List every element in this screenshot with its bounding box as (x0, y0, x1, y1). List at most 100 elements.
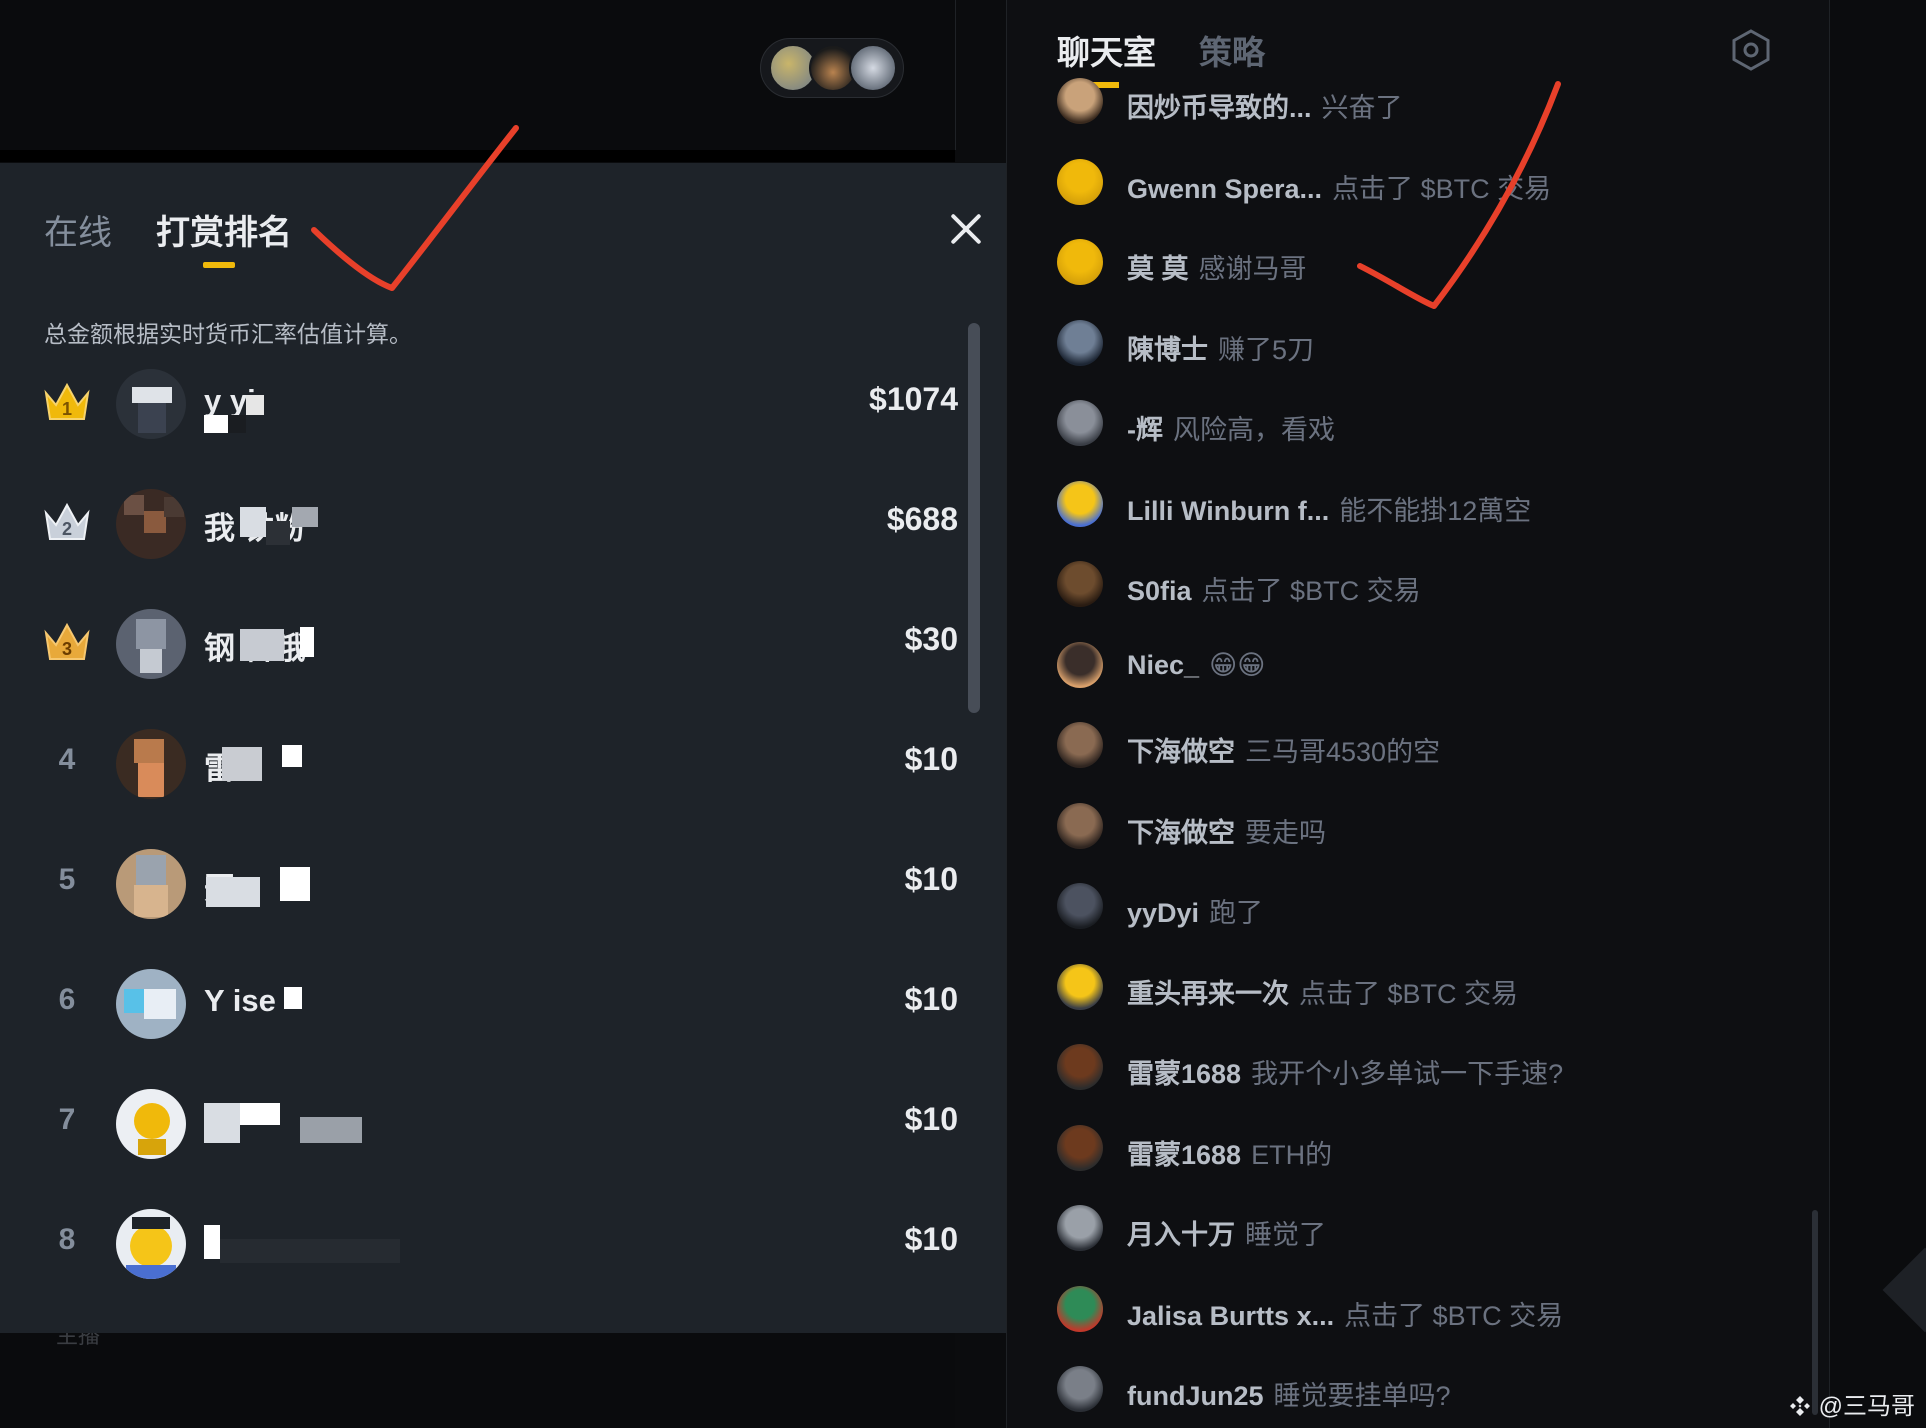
chat-message-text: S0fia 点击了 $BTC 交易 (1127, 569, 1421, 608)
chat-message-text: 重头再来一次 点击了 $BTC 交易 (1127, 972, 1518, 1011)
chat-username[interactable]: yyDyi (1127, 898, 1199, 928)
chat-username[interactable]: 下海做空 (1127, 737, 1235, 767)
avatar[interactable] (1057, 722, 1103, 768)
chat-message[interactable]: 雷蒙1688 ETH的 (1057, 1124, 1817, 1175)
tab-chatroom[interactable]: 聊天室 (1057, 26, 1156, 74)
ranking-list: 1 y yi $1074 2 我 铁粉 (0, 343, 980, 1303)
avatar[interactable] (1057, 561, 1103, 607)
chat-username[interactable]: Niec_ (1127, 650, 1199, 680)
avatar[interactable] (1057, 1366, 1103, 1412)
chat-username[interactable]: 莫 莫 (1127, 254, 1189, 284)
avatar[interactable] (1057, 400, 1103, 446)
avatar[interactable] (1057, 239, 1103, 285)
chat-message[interactable]: 重头再来一次 点击了 $BTC 交易 (1057, 963, 1817, 1014)
chat-message[interactable]: S0fia 点击了 $BTC 交易 (1057, 561, 1817, 611)
ranking-row[interactable]: 8 $10 (0, 1183, 980, 1303)
chat-message-text: 雷蒙1688 我开个小多单试一下手速? (1127, 1052, 1563, 1091)
avatar (116, 1209, 186, 1279)
chat-message-body: 我开个小多单试一下手速? (1251, 1059, 1564, 1089)
avatar[interactable] (1057, 78, 1103, 124)
ranking-amount: $10 (904, 1101, 958, 1137)
chat-username[interactable]: 雷蒙1688 (1127, 1059, 1241, 1089)
chat-message-text: 下海做空 要走吗 (1127, 811, 1326, 850)
chat-message-body: 点击了 $BTC 交易 (1299, 978, 1519, 1009)
viewer-avatars[interactable] (760, 38, 904, 98)
chat-message[interactable]: Jalisa Burtts x... 点击了 $BTC 交易 (1057, 1285, 1817, 1336)
active-tab-indicator (203, 262, 235, 268)
divider (0, 150, 955, 162)
tab-tipping-ranking[interactable]: 打赏排名 (156, 205, 292, 254)
crown-gold-icon: 1 (44, 382, 90, 420)
chat-message-body: 感谢马哥 (1198, 254, 1307, 284)
svg-text:1: 1 (62, 399, 72, 419)
crown-silver-icon: 2 (44, 502, 90, 540)
chat-username[interactable]: 重头再来一次 (1127, 979, 1289, 1009)
tab-strategy[interactable]: 策略 (1199, 26, 1265, 74)
chat-message[interactable]: Gwenn Spera... 点击了 $BTC 交易 (1057, 158, 1817, 209)
chat-message[interactable]: 莫 莫感谢马哥 (1057, 239, 1817, 289)
avatar (116, 369, 186, 439)
avatar[interactable] (1057, 1044, 1103, 1090)
chat-username[interactable]: 雷蒙1688 (1127, 1140, 1241, 1170)
chat-username[interactable]: 月入十万 (1127, 1220, 1235, 1250)
chat-message[interactable]: fundJun25 睡觉要挂单吗? (1057, 1366, 1817, 1416)
chat-username[interactable]: Lilli Winburn f... (1127, 496, 1329, 526)
chat-username[interactable]: S0fia (1127, 576, 1192, 606)
avatar[interactable] (1057, 158, 1103, 205)
chat-username[interactable]: -辉 (1127, 415, 1163, 445)
avatar[interactable] (1057, 1124, 1103, 1171)
ranking-amount: $688 (886, 501, 958, 537)
avatar[interactable] (1057, 802, 1103, 849)
chat-message[interactable]: 陳博士 赚了5刀 (1057, 319, 1817, 370)
chat-username[interactable]: 因炒币导致的... (1127, 93, 1312, 123)
chat-username[interactable]: Gwenn Spera... (1127, 174, 1322, 204)
svg-text:3: 3 (62, 639, 72, 659)
ranking-row[interactable]: 1 y yi $1074 (0, 343, 980, 463)
avatar[interactable] (1057, 1205, 1103, 1251)
chat-message[interactable]: Lilli Winburn f... 能不能掛12萬空 (1057, 480, 1817, 531)
ranking-row[interactable]: 4 雷 8 $10 (0, 703, 980, 823)
ranking-amount: $10 (904, 861, 958, 897)
chat-message[interactable]: 下海做空 要走吗 (1057, 802, 1817, 853)
chat-message[interactable]: Niec_ 😁😁 (1057, 641, 1817, 692)
chat-message-text: 陳博士 赚了5刀 (1127, 328, 1314, 367)
chat-message-text: yyDyi 跑了 (1127, 891, 1263, 930)
close-icon[interactable] (944, 207, 988, 251)
settings-hexagon-icon[interactable] (1729, 28, 1773, 72)
ranking-row[interactable]: 3 钢 鲁哦 $30 (0, 583, 980, 703)
chat-message[interactable]: 因炒币导致的... 兴奋了 (1057, 78, 1817, 128)
page-edge (1830, 0, 1926, 1428)
avatar[interactable] (1057, 1285, 1103, 1332)
avatar[interactable] (1057, 480, 1103, 527)
ranking-row[interactable]: 7 $10 (0, 1063, 980, 1183)
chat-message[interactable]: 月入十万 睡觉了 (1057, 1205, 1817, 1255)
watermark: @三马哥 (1788, 1386, 1915, 1421)
chat-message-text: 因炒币导致的... 兴奋了 (1127, 86, 1403, 125)
ranking-row[interactable]: 2 我 铁粉 $688 (0, 463, 980, 583)
ranking-row[interactable]: 5 开_ $10 (0, 823, 980, 943)
ranking-row[interactable]: 6 Y ise $10 (0, 943, 980, 1063)
ranking-user-name: Y ise (204, 983, 276, 1018)
chat-message-body: 兴奋了 (1321, 93, 1403, 123)
tab-online[interactable]: 在线 (44, 205, 112, 254)
chat-message[interactable]: -辉 风险高，看戏 (1057, 400, 1817, 450)
avatar (116, 849, 186, 919)
avatar[interactable] (1057, 883, 1103, 929)
chat-message[interactable]: yyDyi 跑了 (1057, 883, 1817, 933)
chat-message[interactable]: 下海做空 三马哥4530的空 (1057, 722, 1817, 772)
avatar (116, 489, 186, 559)
avatar[interactable] (1057, 963, 1103, 1010)
chat-username[interactable]: 陳博士 (1127, 335, 1208, 365)
avatar[interactable] (1057, 641, 1103, 688)
chat-username[interactable]: 下海做空 (1127, 818, 1235, 848)
chat-message-text: 雷蒙1688 ETH的 (1127, 1133, 1332, 1172)
chat-username[interactable]: Jalisa Burtts x... (1127, 1301, 1334, 1331)
chat-message[interactable]: 雷蒙1688 我开个小多单试一下手速? (1057, 1044, 1817, 1094)
chat-username[interactable]: fundJun25 (1127, 1381, 1264, 1411)
chat-message-text: fundJun25 睡觉要挂单吗? (1127, 1374, 1451, 1413)
avatar[interactable] (1057, 319, 1103, 366)
svg-text:2: 2 (62, 519, 72, 539)
chat-scrollbar[interactable] (1812, 1210, 1818, 1415)
chat-message-body: 睡觉要挂单吗? (1273, 1381, 1451, 1411)
chat-message-text: Gwenn Spera... 点击了 $BTC 交易 (1127, 167, 1551, 206)
